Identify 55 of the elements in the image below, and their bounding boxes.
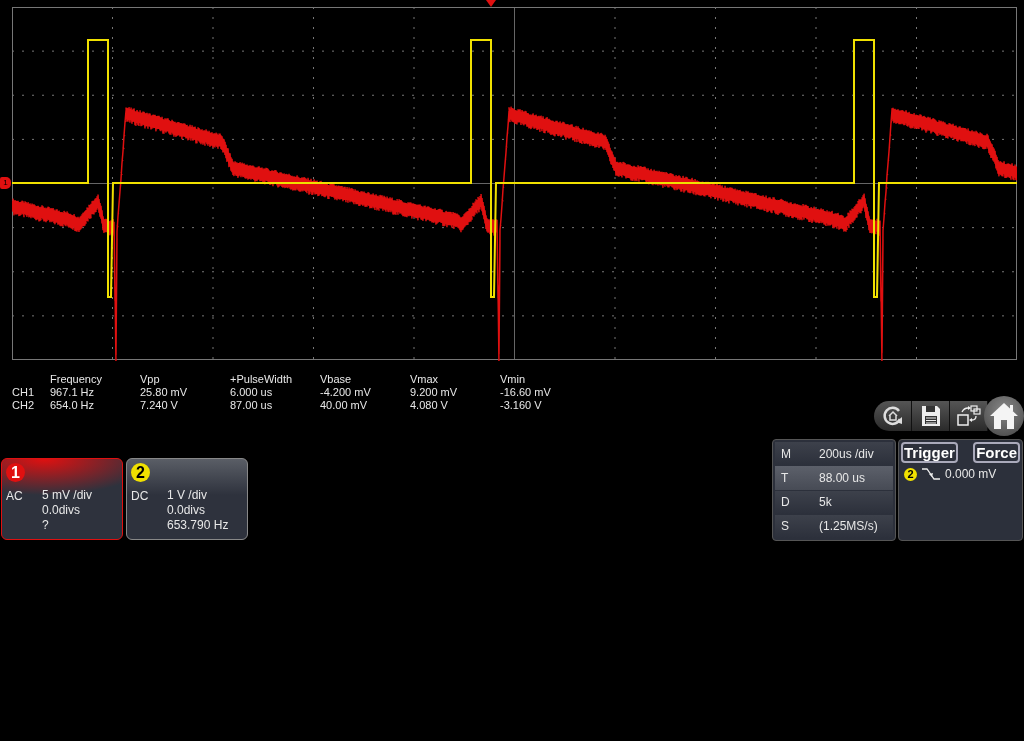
home-button[interactable] [984, 396, 1024, 436]
measurement-header: Vbase [320, 373, 353, 386]
timebase-key: T [775, 470, 819, 485]
switch-button[interactable] [950, 401, 988, 431]
measurement-value: -4.200 mV [320, 386, 372, 399]
measurement-header: +PulseWidth [230, 373, 294, 386]
measurement-value: 87.00 us [230, 399, 274, 412]
circular-arrow-house-icon [881, 405, 904, 427]
measurement-value: 4.080 V [410, 399, 449, 412]
measurement-value: 25.80 mV [140, 386, 189, 399]
channel-card[interactable]: 1 AC 5 mV /div 0.0divs ? [1, 458, 123, 540]
frequency-value: 653.790 Hz [167, 518, 229, 533]
trigger-source-badge: 2 [904, 467, 917, 481]
save-button[interactable] [912, 401, 950, 431]
channel-number-badge: 2 [131, 463, 150, 482]
house-icon [989, 402, 1019, 430]
trigger-button[interactable]: Trigger [901, 442, 958, 463]
force-button[interactable]: Force [973, 442, 1020, 463]
timebase-value: 5k [819, 495, 832, 510]
volts-per-div: 1 V /div [167, 488, 209, 503]
measurement-header: Vmax [410, 373, 440, 386]
measurement-value: 40.00 mV [320, 399, 369, 412]
volts-per-div: 5 mV /div [42, 488, 92, 503]
trigger-level: 0.000 mV [945, 467, 997, 481]
timebase-row[interactable]: T 88.00 us [775, 466, 893, 490]
measurement-header: Frequency [50, 373, 103, 386]
coupling-label: DC [131, 489, 150, 505]
timebase-key: S [775, 519, 819, 534]
channel-marker[interactable]: 1 [0, 177, 11, 189]
measurement-value: 7.240 V [140, 399, 179, 412]
measurement-value: -3.160 V [500, 399, 543, 412]
auto-button[interactable] [874, 401, 912, 431]
measurement-value: -16.60 mV [500, 386, 552, 399]
offset-value: 0.0divs [167, 503, 207, 518]
timebase-key: D [775, 495, 819, 510]
measurement-value: 654.0 Hz [50, 399, 96, 412]
channel-number-badge: 1 [6, 463, 25, 482]
timebase-value: 200us /div [819, 446, 874, 461]
offset-value: 0.0divs [42, 503, 82, 518]
trigger-position-icon[interactable] [486, 0, 496, 7]
frequency-value: ? [42, 518, 50, 533]
measurement-header: Vmin [500, 373, 527, 386]
measurement-value: 9.200 mV [410, 386, 459, 399]
falling-edge-icon [921, 467, 941, 481]
coupling-label: AC [6, 489, 24, 505]
measurement-header: Vpp [140, 373, 161, 386]
timebase-value: 88.00 us [819, 470, 866, 485]
swap-windows-icon [956, 405, 981, 427]
timebase-key: M [775, 446, 819, 461]
channel-label: CH2 [12, 399, 35, 412]
measurement-value: 6.000 us [230, 386, 274, 399]
channel-card[interactable]: 2 DC 1 V /div 0.0divs 653.790 Hz [126, 458, 248, 540]
measurement-value: 967.1 Hz [50, 386, 96, 399]
timebase-value: (1.25MS/s) [819, 519, 878, 534]
channel-label: CH1 [12, 386, 35, 399]
